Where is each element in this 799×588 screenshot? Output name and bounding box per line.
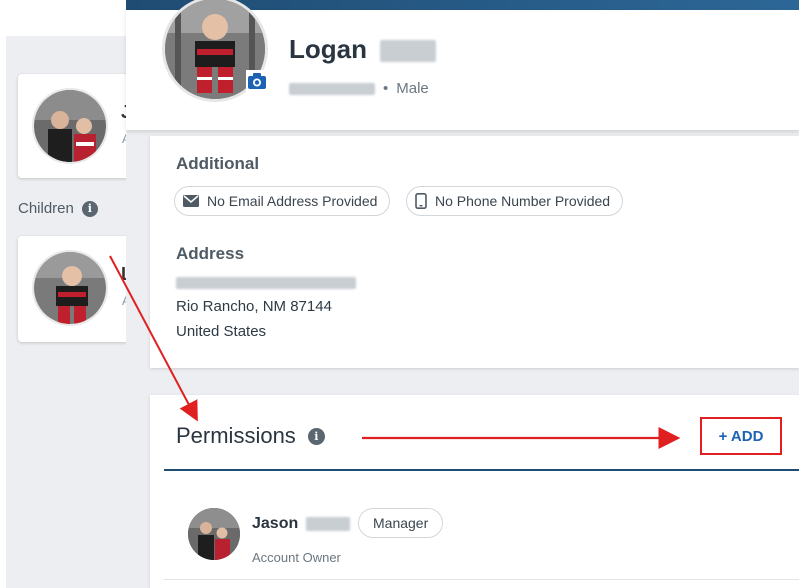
screen: J A Children i L A — [0, 0, 799, 588]
additional-title: Additional — [176, 154, 260, 173]
parent-card[interactable]: J A — [18, 74, 138, 178]
details-card: Additional No Email Address Provided No … — [150, 136, 799, 368]
camera-icon[interactable] — [246, 70, 268, 92]
avatar-photo — [188, 508, 240, 560]
children-label: Children i — [18, 200, 98, 217]
profile-first-name: Logan — [289, 34, 367, 64]
profile-gender: Male — [396, 80, 429, 97]
permissions-divider — [164, 469, 799, 471]
envelope-icon — [183, 195, 199, 207]
redacted-member-last-name — [306, 517, 351, 531]
phone-icon — [415, 193, 427, 209]
child-card[interactable]: L A — [18, 236, 138, 342]
children-label-text: Children — [18, 200, 74, 217]
permissions-title: Permissions — [176, 423, 296, 448]
redacted-last-name — [380, 40, 437, 63]
phone-chip-label: No Phone Number Provided — [435, 193, 611, 209]
avatar-photo — [34, 252, 106, 324]
avatar-photo — [34, 90, 106, 162]
role-badge: Manager — [358, 508, 444, 538]
redacted-birthdate — [289, 82, 375, 95]
address-title: Address — [176, 244, 245, 263]
avatar — [32, 88, 108, 164]
phone-chip[interactable]: No Phone Number Provided — [406, 186, 624, 216]
address-city-line: Rio Rancho, NM 87144 — [176, 298, 332, 315]
row-divider — [164, 579, 799, 580]
avatar — [188, 508, 240, 560]
profile-overlay-panel: Logan • Male Additional No Email Address… — [126, 0, 799, 588]
member-first-name: Jason — [252, 515, 299, 532]
info-icon[interactable]: i — [81, 200, 98, 217]
profile-name: Logan — [289, 34, 437, 65]
member-subtitle: Account Owner — [252, 550, 341, 565]
profile-subtitle: • Male — [289, 80, 429, 97]
member-name: Jason — [252, 515, 351, 533]
avatar — [32, 250, 108, 326]
camera-icon-glyph — [248, 73, 266, 89]
redacted-street-address — [176, 277, 356, 289]
info-icon[interactable]: i — [307, 427, 325, 445]
permissions-header: Permissions i — [176, 423, 325, 449]
permissions-card: Permissions i + ADD Jason Manager Accoun… — [150, 395, 799, 588]
profile-header: Logan • Male — [126, 0, 799, 130]
address-country-line: United States — [176, 323, 267, 340]
subtitle-separator: • — [383, 80, 389, 97]
add-permission-button[interactable]: + ADD — [700, 417, 782, 455]
email-chip-label: No Email Address Provided — [207, 193, 378, 209]
email-chip[interactable]: No Email Address Provided — [174, 186, 391, 216]
